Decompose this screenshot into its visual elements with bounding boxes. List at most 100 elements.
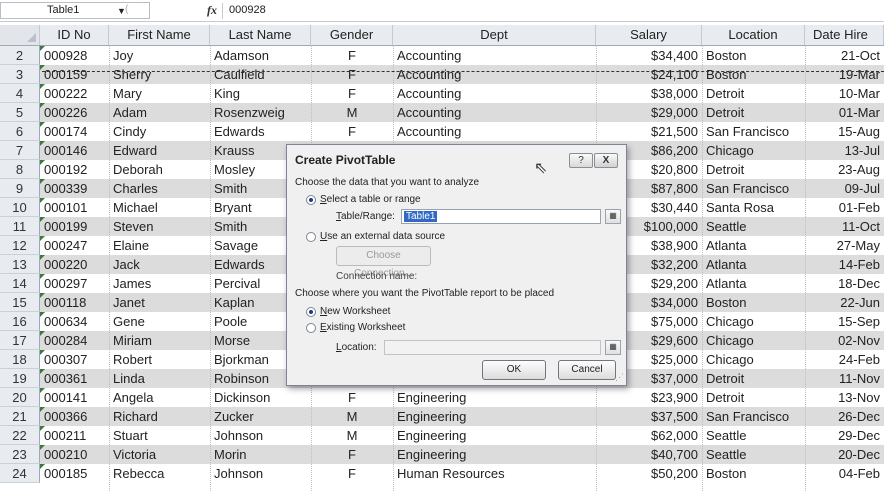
ok-button[interactable]: OK bbox=[482, 360, 546, 380]
cell-location[interactable]: Detroit bbox=[702, 388, 805, 407]
cell-gender[interactable]: M bbox=[311, 103, 393, 122]
cell-id[interactable]: 000185 bbox=[40, 464, 109, 483]
cell-gender[interactable]: F bbox=[311, 388, 393, 407]
cell-first-name[interactable]: Angela bbox=[109, 388, 210, 407]
cell-location[interactable]: Boston bbox=[702, 65, 805, 84]
cell-id[interactable]: 000199 bbox=[40, 217, 109, 236]
cell-gender[interactable]: M bbox=[311, 426, 393, 445]
cell-location[interactable]: Boston bbox=[702, 46, 805, 65]
close-icon[interactable]: X bbox=[594, 153, 618, 168]
cell-salary[interactable]: $62,000 bbox=[596, 426, 702, 445]
cell-date-hire[interactable]: 01-Mar bbox=[805, 103, 884, 122]
row-number[interactable]: 4 bbox=[0, 84, 40, 103]
cell-location[interactable]: Seattle bbox=[702, 426, 805, 445]
cell-last-name[interactable]: Edwards bbox=[210, 122, 311, 141]
cell-id[interactable]: 000146 bbox=[40, 141, 109, 160]
cell-first-name[interactable]: Rebecca bbox=[109, 464, 210, 483]
cell-location[interactable]: Atlanta bbox=[702, 236, 805, 255]
cell-location[interactable]: Boston bbox=[702, 464, 805, 483]
resize-grip-icon[interactable]: ⋰ bbox=[615, 372, 624, 383]
cell-date-hire[interactable]: 14-Feb bbox=[805, 255, 884, 274]
cell-dept[interactable]: Engineering bbox=[393, 388, 596, 407]
cell-first-name[interactable]: Cindy bbox=[109, 122, 210, 141]
cell-dept[interactable]: Accounting bbox=[393, 103, 596, 122]
cell-id[interactable]: 000307 bbox=[40, 350, 109, 369]
cell-date-hire[interactable]: 15-Aug bbox=[805, 122, 884, 141]
row-number[interactable]: 21 bbox=[0, 407, 40, 426]
cell-date-hire[interactable]: 02-Nov bbox=[805, 331, 884, 350]
location-collapse-icon[interactable]: ▦ bbox=[605, 340, 621, 355]
cell-location[interactable]: Chicago bbox=[702, 312, 805, 331]
cell-salary[interactable]: $29,000 bbox=[596, 103, 702, 122]
cell-location[interactable]: Chicago bbox=[702, 141, 805, 160]
cell-last-name[interactable]: Johnson bbox=[210, 426, 311, 445]
cell-salary[interactable]: $37,500 bbox=[596, 407, 702, 426]
column-header-id[interactable]: ID No bbox=[40, 25, 109, 45]
row-number[interactable]: 17 bbox=[0, 331, 40, 350]
cell-salary[interactable]: $24,100 bbox=[596, 65, 702, 84]
cell-id[interactable]: 000361 bbox=[40, 369, 109, 388]
cell-id[interactable]: 000192 bbox=[40, 160, 109, 179]
cell-id[interactable]: 000284 bbox=[40, 331, 109, 350]
cell-date-hire[interactable]: 19-Mar bbox=[805, 65, 884, 84]
cell-date-hire[interactable]: 04-Feb bbox=[805, 464, 884, 483]
cell-gender[interactable]: F bbox=[311, 122, 393, 141]
cell-dept[interactable]: Engineering bbox=[393, 407, 596, 426]
row-number[interactable]: 8 bbox=[0, 160, 40, 179]
cell-first-name[interactable]: James bbox=[109, 274, 210, 293]
table-range-input[interactable]: Table1 bbox=[401, 209, 601, 224]
cell-last-name[interactable]: Dickinson bbox=[210, 388, 311, 407]
cell-id[interactable]: 000174 bbox=[40, 122, 109, 141]
row-number[interactable]: 20 bbox=[0, 388, 40, 407]
cell-last-name[interactable]: Adamson bbox=[210, 46, 311, 65]
row-number[interactable]: 11 bbox=[0, 217, 40, 236]
column-header-salary[interactable]: Salary bbox=[596, 25, 702, 45]
cell-location[interactable]: Atlanta bbox=[702, 274, 805, 293]
cell-first-name[interactable]: Edward bbox=[109, 141, 210, 160]
cell-first-name[interactable]: Steven bbox=[109, 217, 210, 236]
location-input[interactable] bbox=[384, 340, 601, 355]
cell-location[interactable]: Boston bbox=[702, 293, 805, 312]
cell-date-hire[interactable]: 21-Oct bbox=[805, 46, 884, 65]
cell-first-name[interactable]: Mary bbox=[109, 84, 210, 103]
cell-location[interactable]: San Francisco bbox=[702, 179, 805, 198]
select-table-radio[interactable] bbox=[306, 195, 316, 205]
cell-dept[interactable]: Accounting bbox=[393, 84, 596, 103]
column-header-first-name[interactable]: First Name bbox=[109, 25, 210, 45]
cell-date-hire[interactable]: 27-May bbox=[805, 236, 884, 255]
cell-location[interactable]: Detroit bbox=[702, 369, 805, 388]
cell-id[interactable]: 000634 bbox=[40, 312, 109, 331]
cell-first-name[interactable]: Jack bbox=[109, 255, 210, 274]
cell-salary[interactable]: $34,400 bbox=[596, 46, 702, 65]
cell-id[interactable]: 000366 bbox=[40, 407, 109, 426]
row-number[interactable]: 12 bbox=[0, 236, 40, 255]
cell-dept[interactable]: Engineering bbox=[393, 445, 596, 464]
row-number[interactable]: 22 bbox=[0, 426, 40, 445]
cell-id[interactable]: 000339 bbox=[40, 179, 109, 198]
cell-salary[interactable]: $21,500 bbox=[596, 122, 702, 141]
cell-date-hire[interactable]: 22-Jun bbox=[805, 293, 884, 312]
cell-gender[interactable]: F bbox=[311, 445, 393, 464]
row-number[interactable]: 23 bbox=[0, 445, 40, 464]
cell-date-hire[interactable]: 11-Oct bbox=[805, 217, 884, 236]
cell-id[interactable]: 000141 bbox=[40, 388, 109, 407]
cell-salary[interactable]: $40,700 bbox=[596, 445, 702, 464]
cell-location[interactable]: Chicago bbox=[702, 331, 805, 350]
cell-location[interactable]: Seattle bbox=[702, 445, 805, 464]
cell-location[interactable]: San Francisco bbox=[702, 122, 805, 141]
column-header-location[interactable]: Location bbox=[702, 25, 805, 45]
cell-location[interactable]: Santa Rosa bbox=[702, 198, 805, 217]
help-icon[interactable]: ? bbox=[569, 153, 593, 168]
cell-first-name[interactable]: Victoria bbox=[109, 445, 210, 464]
cell-location[interactable]: San Francisco bbox=[702, 407, 805, 426]
cell-dept[interactable]: Accounting bbox=[393, 46, 596, 65]
cell-id[interactable]: 000159 bbox=[40, 65, 109, 84]
formula-input[interactable]: 000928 bbox=[229, 4, 266, 16]
cell-gender[interactable]: M bbox=[311, 407, 393, 426]
cell-location[interactable]: Detroit bbox=[702, 103, 805, 122]
row-number[interactable]: 9 bbox=[0, 179, 40, 198]
cell-date-hire[interactable]: 26-Dec bbox=[805, 407, 884, 426]
cell-first-name[interactable]: Joy bbox=[109, 46, 210, 65]
cell-first-name[interactable]: Adam bbox=[109, 103, 210, 122]
cell-dept[interactable]: Accounting bbox=[393, 122, 596, 141]
